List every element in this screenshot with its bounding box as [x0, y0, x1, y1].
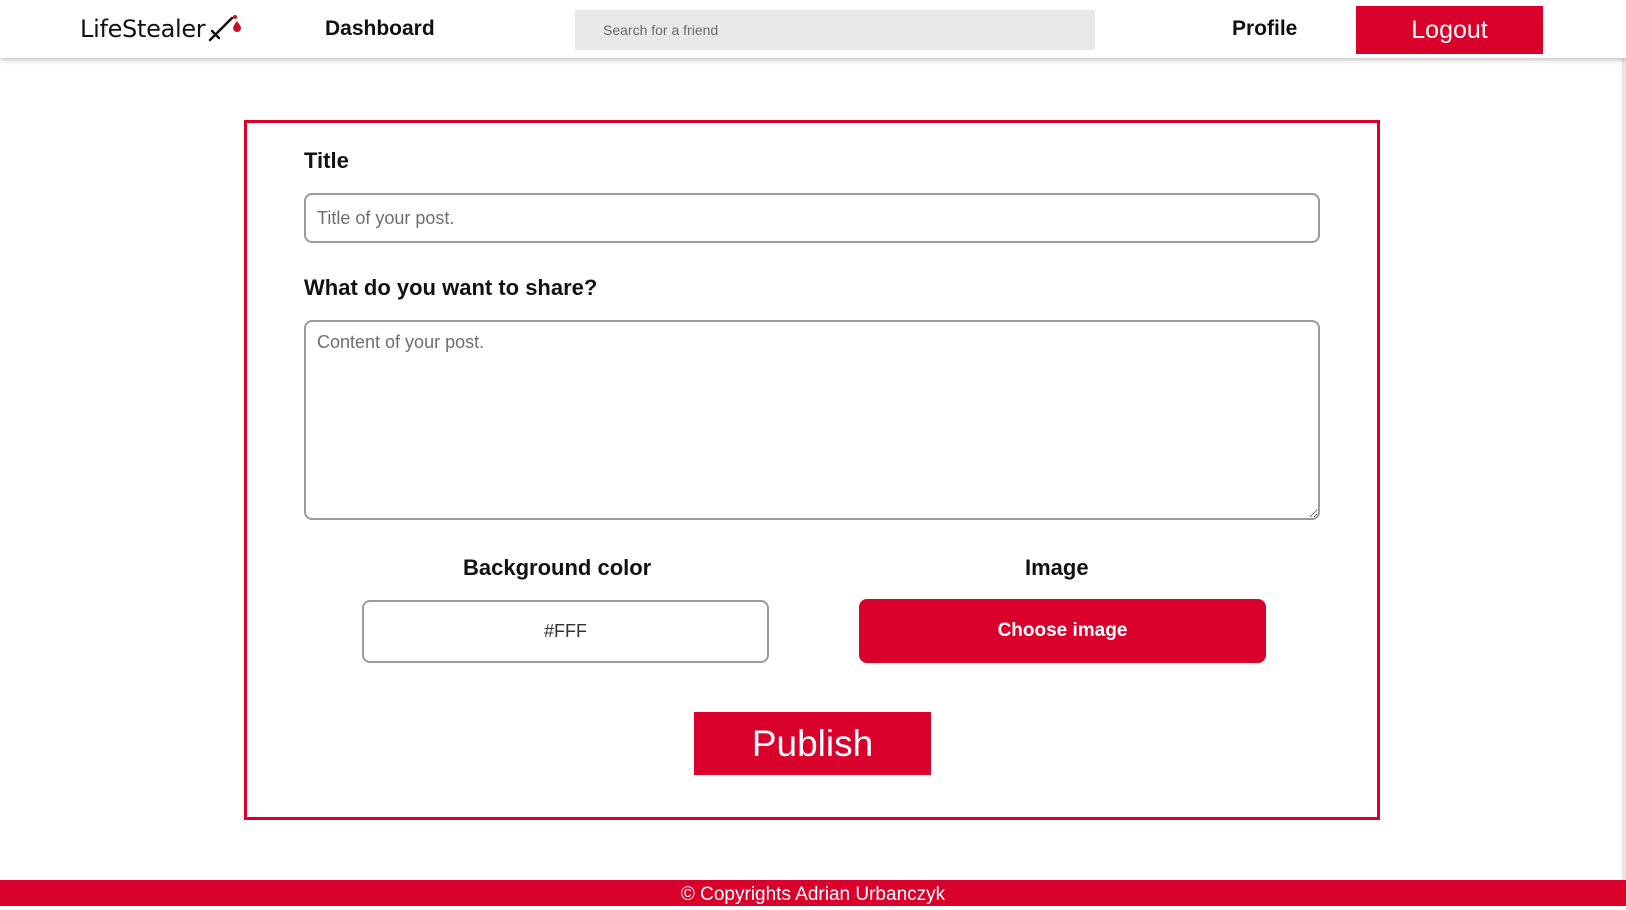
background-color-input[interactable]	[362, 600, 769, 663]
navbar: LifeStealer Dashboard Profile Logout	[0, 0, 1626, 58]
logo[interactable]: LifeStealer	[80, 12, 244, 46]
publish-button[interactable]: Publish	[694, 712, 931, 775]
title-label: Title	[304, 148, 349, 173]
scrollbar[interactable]	[1622, 0, 1626, 906]
nav-dashboard-link[interactable]: Dashboard	[325, 17, 435, 41]
content-label: What do you want to share?	[304, 275, 598, 300]
choose-image-button[interactable]: Choose image	[859, 599, 1266, 663]
copyright-text: © Copyrights Adrian Urbanczyk	[680, 884, 946, 905]
sword-blood-icon	[206, 12, 244, 49]
nav-profile-link[interactable]: Profile	[1232, 17, 1297, 41]
create-post-form: Title What do you want to share? Backgro…	[244, 120, 1380, 820]
logout-button[interactable]: Logout	[1356, 6, 1543, 54]
title-input[interactable]	[304, 193, 1320, 243]
content-textarea[interactable]	[304, 320, 1320, 520]
search-input[interactable]	[575, 10, 1095, 50]
image-label: Image	[1025, 555, 1089, 580]
logo-text: LifeStealer	[80, 15, 206, 43]
background-color-label: Background color	[463, 555, 652, 580]
footer: © Copyrights Adrian Urbanczyk	[0, 880, 1626, 906]
